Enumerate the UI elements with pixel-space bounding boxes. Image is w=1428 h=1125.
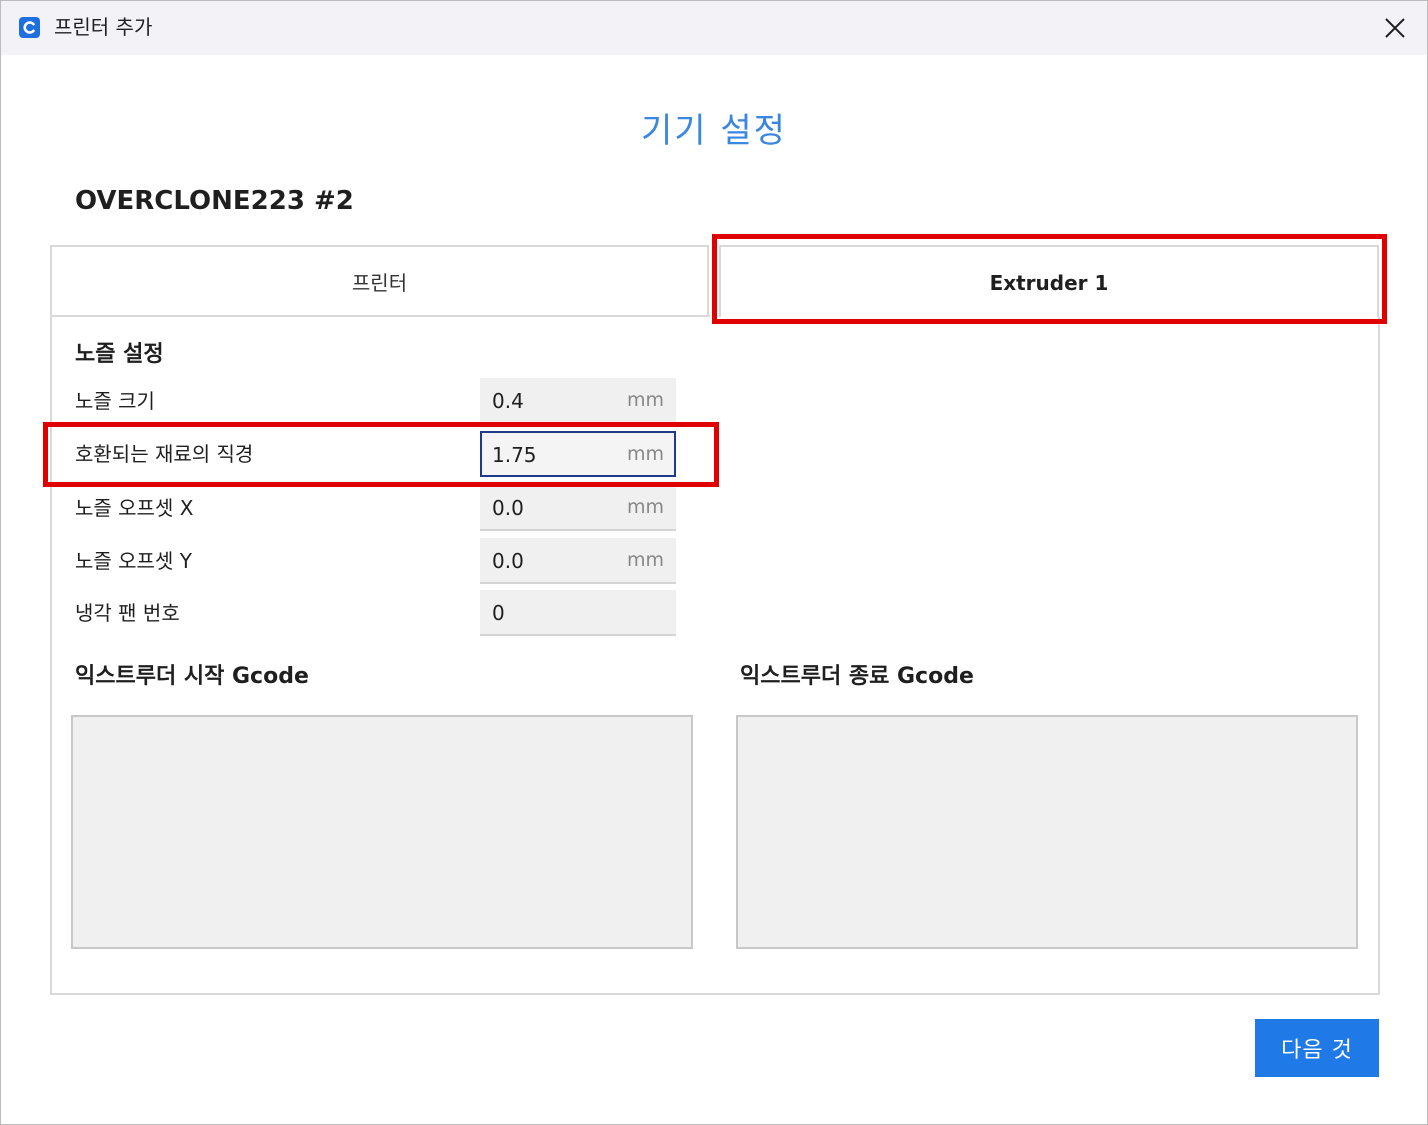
add-printer-window: 프린터 추가 기기 설정 OVERCLONE223 #2 프린터 Extrude… — [0, 0, 1428, 1125]
end-gcode-title: 익스트루더 종료 Gcode — [740, 664, 974, 689]
nozzle-size-unit: mm — [626, 389, 664, 411]
nozzle-size-value: 0.4 — [492, 389, 524, 413]
tab-extruder-1[interactable]: Extruder 1 — [719, 245, 1379, 319]
nozzle-offset-y-label: 노즐 오프셋 Y — [75, 549, 192, 573]
nozzle-offset-x-unit: mm — [626, 496, 664, 518]
material-diameter-field[interactable]: 1.75 mm — [480, 431, 676, 477]
close-button[interactable] — [1375, 11, 1415, 45]
nozzle-settings-title: 노즐 설정 — [75, 342, 164, 367]
nozzle-offset-x-field[interactable]: 0.0 mm — [480, 485, 676, 531]
page-heading: 기기 설정 — [641, 111, 787, 151]
printer-name: OVERCLONE223 #2 — [75, 186, 354, 216]
nozzle-offset-x-value: 0.0 — [492, 496, 524, 520]
panel-divider — [50, 315, 710, 317]
nozzle-size-label: 노즐 크기 — [75, 389, 155, 413]
nozzle-offset-y-field[interactable]: 0.0 mm — [480, 538, 676, 584]
tab-printer[interactable]: 프린터 — [50, 245, 709, 317]
material-diameter-value: 1.75 — [492, 443, 537, 467]
nozzle-offset-y-value: 0.0 — [492, 549, 524, 573]
title-bar: 프린터 추가 — [1, 1, 1427, 55]
cooling-fan-label: 냉각 팬 번호 — [75, 601, 180, 625]
material-diameter-unit: mm — [626, 443, 664, 465]
cura-c-icon — [19, 17, 40, 38]
nozzle-offset-y-unit: mm — [626, 549, 664, 571]
next-button[interactable]: 다음 것 — [1255, 1019, 1379, 1077]
start-gcode-textarea[interactable] — [71, 715, 693, 949]
end-gcode-textarea[interactable] — [736, 715, 1358, 949]
tab-extruder-1-label: Extruder 1 — [989, 271, 1109, 295]
material-diameter-label: 호환되는 재료의 직경 — [75, 442, 254, 466]
nozzle-size-field[interactable]: 0.4 mm — [480, 378, 676, 424]
nozzle-offset-x-label: 노즐 오프셋 X — [75, 496, 194, 520]
cooling-fan-field[interactable]: 0 — [480, 590, 676, 636]
start-gcode-title: 익스트루더 시작 Gcode — [75, 664, 309, 689]
close-icon — [1385, 18, 1405, 38]
cooling-fan-value: 0 — [492, 601, 505, 625]
tab-printer-label: 프린터 — [351, 270, 408, 295]
window-title: 프린터 추가 — [54, 15, 153, 39]
